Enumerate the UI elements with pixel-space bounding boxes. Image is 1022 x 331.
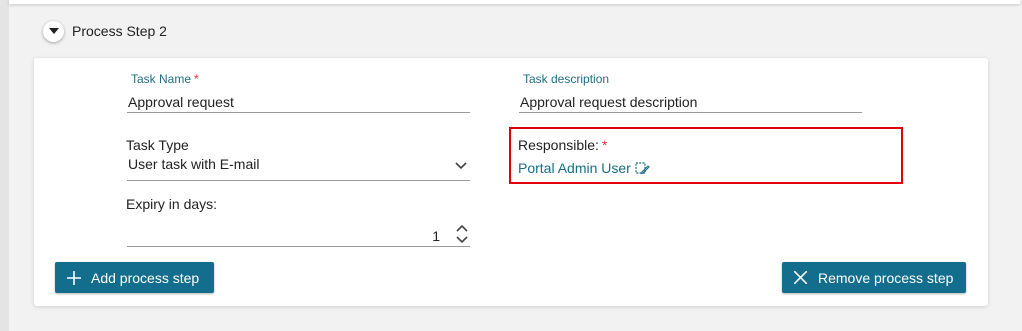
add-process-step-button[interactable]: Add process step [55,262,214,293]
remove-process-step-button[interactable]: Remove process step [782,262,966,293]
previous-card-edge [9,0,1020,4]
task-description-label: Task description [523,72,610,86]
task-name-input[interactable]: Approval request [128,94,234,110]
edit-user-icon[interactable] [631,161,650,175]
left-rail [0,0,9,331]
task-name-label: Task Name * [131,72,199,86]
task-type-label: Task Type [126,137,189,153]
task-name-underline [127,112,470,113]
task-type-underline [127,180,470,181]
task-name-required-mark: * [194,72,199,86]
process-step-card: Task Name * Approval request Task descrip… [34,58,988,306]
expiry-label: Expiry in days: [126,196,218,212]
stepper-icon[interactable] [456,225,468,243]
expiry-input[interactable]: 1 [127,224,470,246]
responsible-value: Portal Admin User [518,160,631,176]
responsible-label-text: Responsible: [518,137,599,153]
responsible-label: Responsible: * [518,137,607,153]
responsible-required-mark: * [601,137,608,153]
chevron-down-icon [455,162,467,170]
collapse-toggle-button[interactable] [43,20,64,42]
close-icon [794,271,807,284]
task-type-value: User task with E-mail [128,156,260,172]
remove-process-step-label: Remove process step [818,269,954,286]
plus-icon [67,270,81,285]
process-step-header: Process Step 2 [43,20,167,42]
expiry-underline [127,246,470,247]
expiry-value: 1 [432,228,440,244]
add-process-step-label: Add process step [91,269,200,286]
process-step-title: Process Step 2 [72,23,167,39]
task-description-input[interactable]: Approval request description [520,94,697,110]
responsible-link[interactable]: Portal Admin User [518,160,650,176]
task-type-select[interactable]: User task with E-mail [127,154,470,180]
task-description-underline [519,112,862,113]
task-name-label-text: Task Name [131,72,192,86]
caret-down-icon [48,27,59,35]
